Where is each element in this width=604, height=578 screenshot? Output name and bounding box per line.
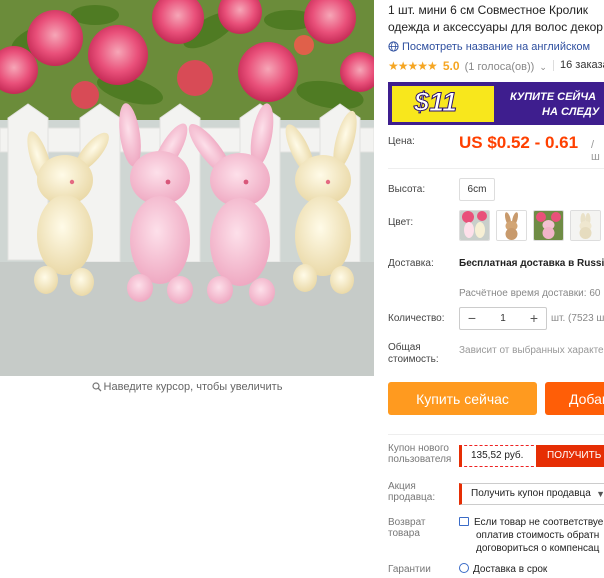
promo-banner[interactable]: $11 КУПИТЕ СЕЙЧА НА СЛЕДУ xyxy=(388,82,604,125)
rating-votes-link[interactable]: (1 голоса(ов)) xyxy=(465,61,535,73)
rating-stars: ★★★★★ xyxy=(388,59,438,73)
rating-row: ★★★★★ 5.0 (1 голоса(ов)) ⌄ 16 заказа xyxy=(388,59,604,73)
translate-title-link[interactable]: Посмотреть название на английском xyxy=(388,41,590,53)
product-title-line-2: одежда и аксессуары для волос декор xyxy=(388,20,603,34)
price-label: Цена: xyxy=(388,136,415,147)
color-swatch-3[interactable] xyxy=(533,210,564,241)
returns-line-2: оплатив стоимость обратн xyxy=(476,530,600,541)
color-swatch-4[interactable] xyxy=(570,210,601,241)
seller-coupon-dropdown[interactable]: Получить купон продавца ▼ xyxy=(459,483,604,505)
quantity-input[interactable] xyxy=(484,308,522,329)
buy-now-button[interactable]: Купить сейчас xyxy=(388,382,537,415)
guarantee-text: Доставка в срок xyxy=(473,564,548,575)
height-option-6cm[interactable]: 6cm xyxy=(459,178,495,201)
returns-policy: Если товар не соответствуе оплатив стоим… xyxy=(459,516,603,555)
quantity-decrease-button[interactable]: − xyxy=(460,308,484,329)
translate-link-text: Посмотреть название на английском xyxy=(402,41,591,53)
rating-value: 5.0 xyxy=(442,59,460,73)
zoom-hint-text: Наведите курсор, чтобы увеличить xyxy=(103,381,283,393)
guarantee-value: Доставка в срок xyxy=(459,563,547,575)
globe-icon xyxy=(388,41,399,52)
seller-promo-label: Акция продавца: xyxy=(388,481,435,503)
chevron-down-icon: ▼ xyxy=(596,489,604,499)
total-value: Зависит от выбранных характе xyxy=(459,345,604,356)
promo-banner-line-1: КУПИТЕ СЕЙЧА xyxy=(510,91,597,103)
orders-count: 16 заказа xyxy=(560,59,604,71)
returns-label-line-2: товара xyxy=(388,528,420,539)
zoom-hint: Наведите курсор, чтобы увеличить xyxy=(0,380,374,396)
total-label-line-1: Общая xyxy=(388,342,421,353)
returns-label-line-1: Возврат xyxy=(388,517,426,528)
promo-label-line-1: Акция xyxy=(388,481,416,492)
rating-divider xyxy=(553,60,554,71)
coupon-label-line-1: Купон нового xyxy=(388,443,449,454)
price-value: US $0.52 - 0.61 xyxy=(459,133,579,152)
color-label: Цвет: xyxy=(388,217,414,228)
returns-line-1: Если товар не соответствуе xyxy=(474,517,604,528)
seller-coupon-dropdown-text: Получить купон продавца xyxy=(471,488,591,499)
return-policy-icon xyxy=(459,517,469,526)
clock-icon xyxy=(459,563,469,573)
returns-label: Возврат товара xyxy=(388,517,426,539)
promo-banner-line-2: НА СЛЕДУ xyxy=(542,106,600,118)
product-title-line-1: 1 шт. мини 6 см Совместное Кролик xyxy=(388,3,589,17)
color-swatch-1[interactable] xyxy=(459,210,490,241)
product-main-image[interactable] xyxy=(0,0,374,376)
coupon-label-line-2: пользователя xyxy=(388,454,452,465)
divider xyxy=(388,168,604,169)
new-user-coupon-label: Купон нового пользователя xyxy=(388,443,451,465)
product-title: 1 шт. мини 6 см Совместное Кролик одежда… xyxy=(388,2,604,36)
quantity-increase-button[interactable]: + xyxy=(522,308,546,329)
add-to-cart-button[interactable]: Добав xyxy=(545,382,604,415)
shipping-eta: Расчётное время доставки: 60 xyxy=(459,288,601,299)
color-swatch-2[interactable] xyxy=(496,210,527,241)
total-label-line-2: стоимость: xyxy=(388,354,439,365)
returns-line-3: договориться о компенсац xyxy=(476,543,600,554)
quantity-available-note: шт. (7523 ш xyxy=(551,313,604,324)
price-unit: / ш xyxy=(591,139,600,163)
height-label: Высота: xyxy=(388,184,426,195)
guarantee-label: Гарантии xyxy=(388,564,431,575)
divider xyxy=(388,434,604,435)
bunny-photo xyxy=(0,0,374,376)
promo-banner-amount: $11 xyxy=(413,87,458,118)
coupon-amount: 135,52 руб. xyxy=(459,445,539,467)
shipping-label: Доставка: xyxy=(388,258,434,269)
product-info-panel: 1 шт. мини 6 см Совместное Кролик одежда… xyxy=(388,0,604,578)
shipping-method[interactable]: Бесплатная доставка в Russi xyxy=(459,258,604,269)
chevron-down-icon[interactable]: ⌄ xyxy=(539,62,547,72)
magnifier-icon xyxy=(91,382,102,396)
quantity-label: Количество: xyxy=(388,313,445,324)
total-label: Общая стоимость: xyxy=(388,342,439,366)
quantity-stepper: − + xyxy=(459,307,547,330)
get-coupon-button[interactable]: ПОЛУЧИТЬ xyxy=(536,445,604,467)
promo-label-line-2: продавца: xyxy=(388,492,436,503)
